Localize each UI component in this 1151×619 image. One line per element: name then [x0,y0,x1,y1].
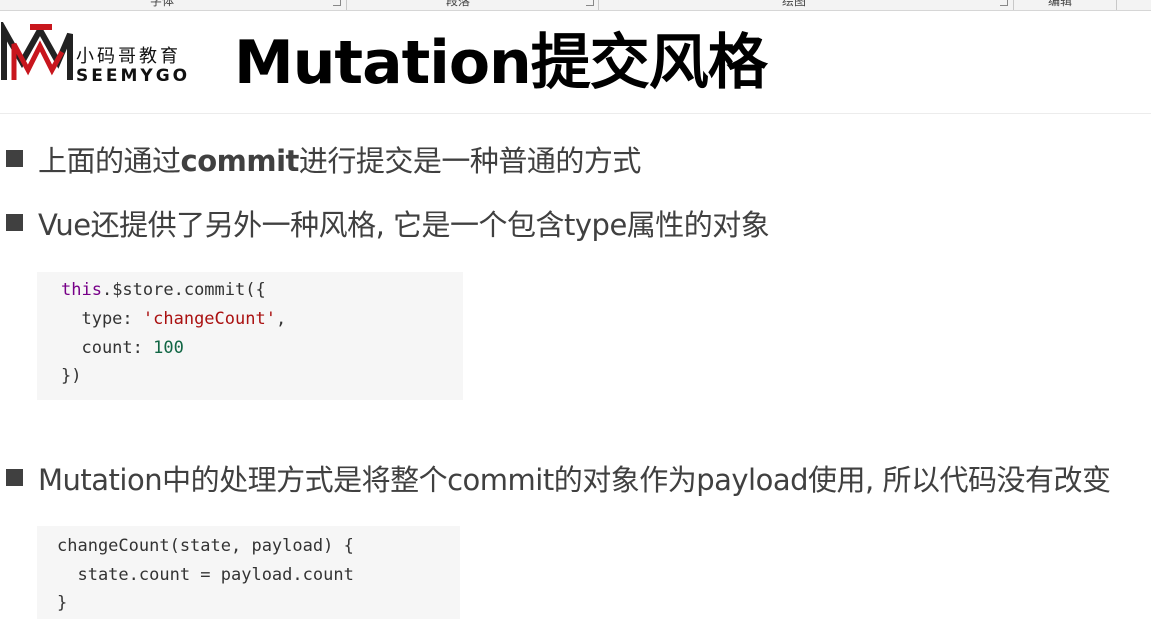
drawing-dialog-launcher-icon[interactable] [1000,0,1008,6]
bullet-commit-normal: 上面的通过commit进行提交是一种普通的方式 [6,138,641,180]
square-bullet-icon [6,150,23,167]
ribbon-group-paragraph[interactable]: 段落 [446,0,470,9]
code-line: this.$store.commit({ [61,280,266,300]
code-number: 100 [153,338,184,358]
code-block-commit: this.$store.commit({ type: 'changeCount'… [37,272,463,400]
brand-logo: 小码哥教育 SEEMYGO [0,22,200,86]
ribbon-group-editing[interactable]: 编辑 [1048,0,1072,9]
code-line: }) [61,366,81,386]
square-bullet-icon [6,214,23,231]
logo-english-text: SEEMYGO [76,66,191,86]
code-text: } [57,593,68,613]
paragraph-dialog-launcher-icon[interactable] [586,0,594,6]
bullet-payload: Mutation中的处理方式是将整个commit的对象作为payload使用, … [6,457,1111,499]
ribbon-bar: 字体 段落 绘图 编辑 [0,0,1151,11]
bullet-bold-text: commit [180,144,300,178]
code-line: changeCount(state, payload) { [57,536,354,556]
code-line: } [57,593,67,613]
header-divider [0,113,1151,114]
code-text: , [275,309,287,329]
code-text: state.count = payload.count [57,565,354,585]
ribbon-separator [1013,0,1014,10]
ribbon-separator [346,0,347,10]
ribbon-group-font[interactable]: 字体 [150,0,174,9]
code-text: }) [61,366,82,386]
code-text: changeCount(state, payload) { [57,536,354,556]
logo-chinese-text: 小码哥教育 [76,46,181,67]
logo-mark-icon [1,22,73,80]
code-line: state.count = payload.count [57,565,354,585]
code-block-mutation: changeCount(state, payload) { state.coun… [37,526,460,619]
code-text: .$store.commit({ [101,280,266,300]
font-dialog-launcher-icon[interactable] [333,0,341,6]
bullet-text: Vue还提供了另外一种风格, 它是一个包含type属性的对象 [38,208,770,242]
code-string: 'changeCount' [142,309,276,329]
ribbon-separator [598,0,599,10]
ribbon-separator [1116,0,1117,10]
code-keyword: this [61,280,102,300]
code-text: count: [61,338,154,358]
bullet-object-style: Vue还提供了另外一种风格, 它是一个包含type属性的对象 [6,202,770,244]
code-text: type: [61,309,143,329]
bullet-text: 进行提交是一种普通的方式 [298,144,642,178]
bullet-text: 上面的通过 [38,144,181,178]
page-title: Mutation提交风格 [234,28,768,98]
ribbon-group-drawing[interactable]: 绘图 [782,0,806,9]
square-bullet-icon [6,469,23,486]
code-line: count: 100 [61,338,184,358]
bullet-text: Mutation中的处理方式是将整个commit的对象作为payload使用, … [38,463,1111,497]
code-line: type: 'changeCount', [61,309,286,329]
